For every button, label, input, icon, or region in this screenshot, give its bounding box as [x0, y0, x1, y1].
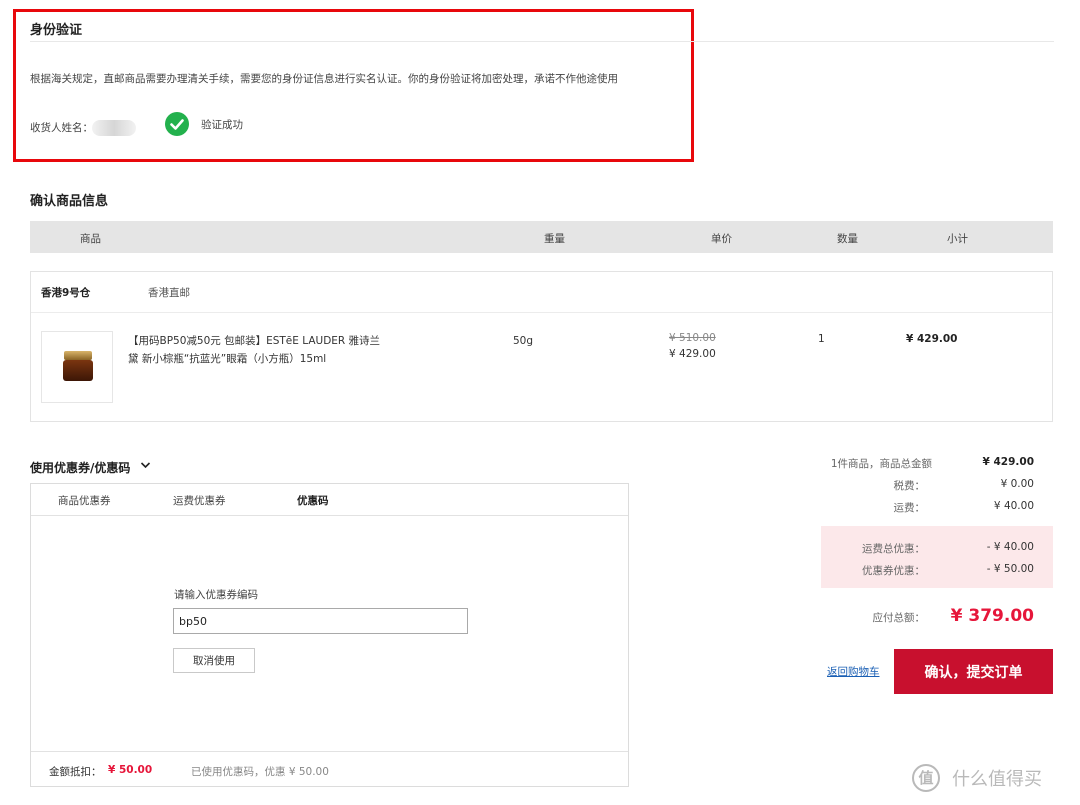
coupon-discount-value: - ¥ 50.00: [986, 563, 1034, 575]
column-header-quantity: 数量: [837, 233, 858, 245]
tax-label: 税费：: [893, 480, 926, 492]
shipping-discount-label: 运费总优惠：: [862, 543, 925, 555]
watermark-text: 什么值得买: [952, 769, 1042, 790]
coupon-panel: [30, 483, 629, 787]
product-quantity: 1: [818, 333, 825, 345]
shipping-fee-label: 运费：: [893, 502, 926, 514]
product-table-header: [30, 221, 1053, 253]
coupon-section-toggle[interactable]: 使用优惠券/优惠码: [30, 459, 130, 476]
shipping-method: 香港直邮: [148, 287, 190, 299]
deduction-label: 金额抵扣：: [49, 766, 102, 778]
column-header-weight: 重量: [544, 233, 565, 245]
tax-value: ¥ 0.00: [1000, 478, 1034, 490]
identity-title: 身份验证: [30, 23, 83, 38]
coupon-discount-label: 优惠券优惠：: [862, 565, 925, 577]
product-name-line1[interactable]: 【用码BP50减50元 包邮装】ESTēE LAUDER 雅诗兰: [128, 333, 380, 348]
verification-status: 验证成功: [201, 119, 243, 131]
tab-promo-code[interactable]: 优惠码: [297, 493, 329, 508]
original-price: ¥ 510.00: [669, 332, 716, 344]
tab-product-coupon[interactable]: 商品优惠券: [58, 493, 111, 508]
product-image-jar: [63, 360, 93, 381]
unit-price: ¥ 429.00: [669, 348, 716, 360]
total-due-value: ¥ 379.00: [950, 606, 1034, 626]
column-header-unit-price: 单价: [711, 233, 732, 245]
product-image-jar-lid: [64, 351, 92, 360]
check-circle-icon: [165, 112, 189, 136]
product-weight: 50g: [513, 335, 534, 347]
items-total-label: 1件商品，商品总金额: [830, 458, 932, 470]
coupon-used-note: 已使用优惠码，优惠 ¥ 50.00: [191, 766, 329, 778]
shipping-fee-value: ¥ 40.00: [993, 500, 1034, 512]
promo-code-label: 请输入优惠券编码: [174, 589, 258, 601]
identity-description: 根据海关规定，直邮商品需要办理清关手续，需要您的身份证信息进行实名认证。你的身份…: [30, 73, 618, 85]
warehouse-name: 香港9号仓: [41, 287, 91, 299]
watermark-logo: 值: [912, 764, 940, 792]
tab-shipping-coupon[interactable]: 运费优惠券: [173, 493, 226, 508]
divider: [31, 515, 628, 516]
divider: [31, 751, 628, 752]
column-header-subtotal: 小计: [947, 233, 968, 245]
product-subtotal: ¥ 429.00: [906, 333, 958, 345]
column-header-product: 商品: [80, 233, 101, 245]
divider: [30, 41, 1054, 42]
deduction-value: ¥ 50.00: [108, 764, 153, 776]
items-total-value: ¥ 429.00: [982, 456, 1034, 468]
divider: [31, 312, 1052, 313]
product-section-title: 确认商品信息: [30, 194, 109, 209]
total-due-label: 应付总额：: [872, 612, 926, 624]
shipping-discount-value: - ¥ 40.00: [986, 541, 1034, 553]
cancel-coupon-button[interactable]: 取消使用: [173, 648, 255, 673]
discount-summary-box: [821, 526, 1053, 588]
promo-code-input[interactable]: [173, 608, 468, 634]
chevron-down-icon[interactable]: [140, 460, 151, 473]
back-to-cart-link[interactable]: 返回购物车: [827, 664, 880, 679]
recipient-name-label: 收货人姓名：: [30, 122, 93, 134]
submit-order-button[interactable]: 确认，提交订单: [894, 649, 1053, 694]
product-name-line2[interactable]: 黛 新小棕瓶“抗蓝光”眼霜（小方瓶）15ml: [128, 351, 326, 366]
recipient-name-redacted: [92, 120, 136, 136]
